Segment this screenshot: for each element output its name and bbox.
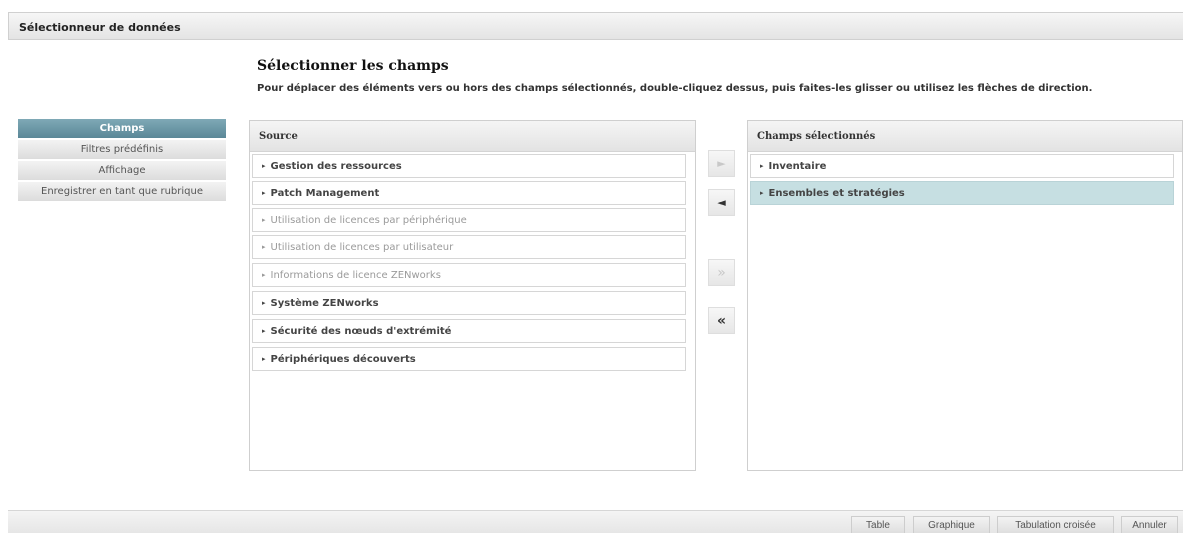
crosstab-button[interactable]: Tabulation croisée (997, 516, 1114, 533)
expand-arrow-icon: ▸ (262, 299, 266, 307)
arrow-right-icon: ► (717, 157, 726, 170)
source-item-licences-peripherique[interactable]: ▸ Utilisation de licences par périphériqu… (252, 208, 686, 232)
tree-item-label: Sécurité des nœuds d'extrémité (270, 326, 452, 337)
nav-item-filtres[interactable]: Filtres prédéfinis (18, 140, 226, 159)
source-item-licence-zenworks[interactable]: ▸ Informations de licence ZENworks (252, 263, 686, 287)
double-arrow-right-icon: » (717, 264, 726, 281)
nav-item-enregistrer[interactable]: Enregistrer en tant que rubrique (18, 182, 226, 201)
expand-arrow-icon: ▸ (262, 189, 266, 197)
expand-arrow-icon: ▸ (760, 189, 764, 197)
left-nav: Champs Filtres prédéfinis Affichage Enre… (18, 119, 226, 203)
window-title: Sélectionneur de données (8, 12, 1183, 40)
source-panel-title: Source (250, 121, 695, 152)
expand-arrow-icon: ▸ (262, 243, 266, 251)
tree-item-label: Système ZENworks (270, 298, 379, 309)
tree-item-label: Périphériques découverts (270, 354, 416, 365)
remove-all-button[interactable]: « (708, 307, 735, 334)
selected-fields-title: Champs sélectionnés (748, 121, 1182, 152)
selected-item-inventaire[interactable]: ▸ Inventaire (750, 154, 1174, 178)
tree-item-label: Ensembles et stratégies (768, 188, 905, 199)
chart-button[interactable]: Graphique (913, 516, 990, 533)
instructions-text: Pour déplacer des éléments vers ou hors … (257, 83, 1093, 94)
nav-item-affichage[interactable]: Affichage (18, 161, 226, 180)
expand-arrow-icon: ▸ (262, 271, 266, 279)
tree-item-label: Informations de licence ZENworks (270, 270, 441, 281)
expand-arrow-icon: ▸ (262, 162, 266, 170)
source-panel: Source ▸ Gestion des ressources ▸ Patch Ma… (249, 120, 696, 471)
expand-arrow-icon: ▸ (262, 327, 266, 335)
add-all-button[interactable]: » (708, 259, 735, 286)
tree-item-label: Patch Management (270, 188, 380, 199)
source-item-patch[interactable]: ▸ Patch Management (252, 181, 686, 205)
add-selected-button[interactable]: ► (708, 150, 735, 177)
tree-item-label: Utilisation de licences par périphérique (270, 215, 467, 226)
expand-arrow-icon: ▸ (262, 216, 266, 224)
expand-arrow-icon: ▸ (262, 355, 266, 363)
page-title: Sélectionner les champs (257, 58, 449, 74)
double-arrow-left-icon: « (716, 312, 727, 329)
selected-fields-panel: Champs sélectionnés ▸ Inventaire ▸ Ensembl… (747, 120, 1183, 471)
expand-arrow-icon: ▸ (760, 162, 764, 170)
cancel-button[interactable]: Annuler (1121, 516, 1178, 533)
source-item-gestion[interactable]: ▸ Gestion des ressources (252, 154, 686, 178)
remove-selected-button[interactable]: ◄ (708, 189, 735, 216)
nav-item-champs[interactable]: Champs (18, 119, 226, 138)
source-item-licences-utilisateur[interactable]: ▸ Utilisation de licences par utilisateur (252, 235, 686, 259)
tree-item-label: Inventaire (768, 161, 827, 172)
selected-item-ensembles[interactable]: ▸ Ensembles et stratégies (750, 181, 1174, 205)
tree-item-label: Gestion des ressources (270, 161, 402, 172)
table-button[interactable]: Table (851, 516, 905, 533)
tree-item-label: Utilisation de licences par utilisateur (270, 242, 454, 253)
arrow-left-icon: ◄ (717, 196, 726, 209)
source-item-peripheriques[interactable]: ▸ Périphériques découverts (252, 347, 686, 371)
source-item-securite[interactable]: ▸ Sécurité des nœuds d'extrémité (252, 319, 686, 343)
source-item-systeme-zenworks[interactable]: ▸ Système ZENworks (252, 291, 686, 315)
